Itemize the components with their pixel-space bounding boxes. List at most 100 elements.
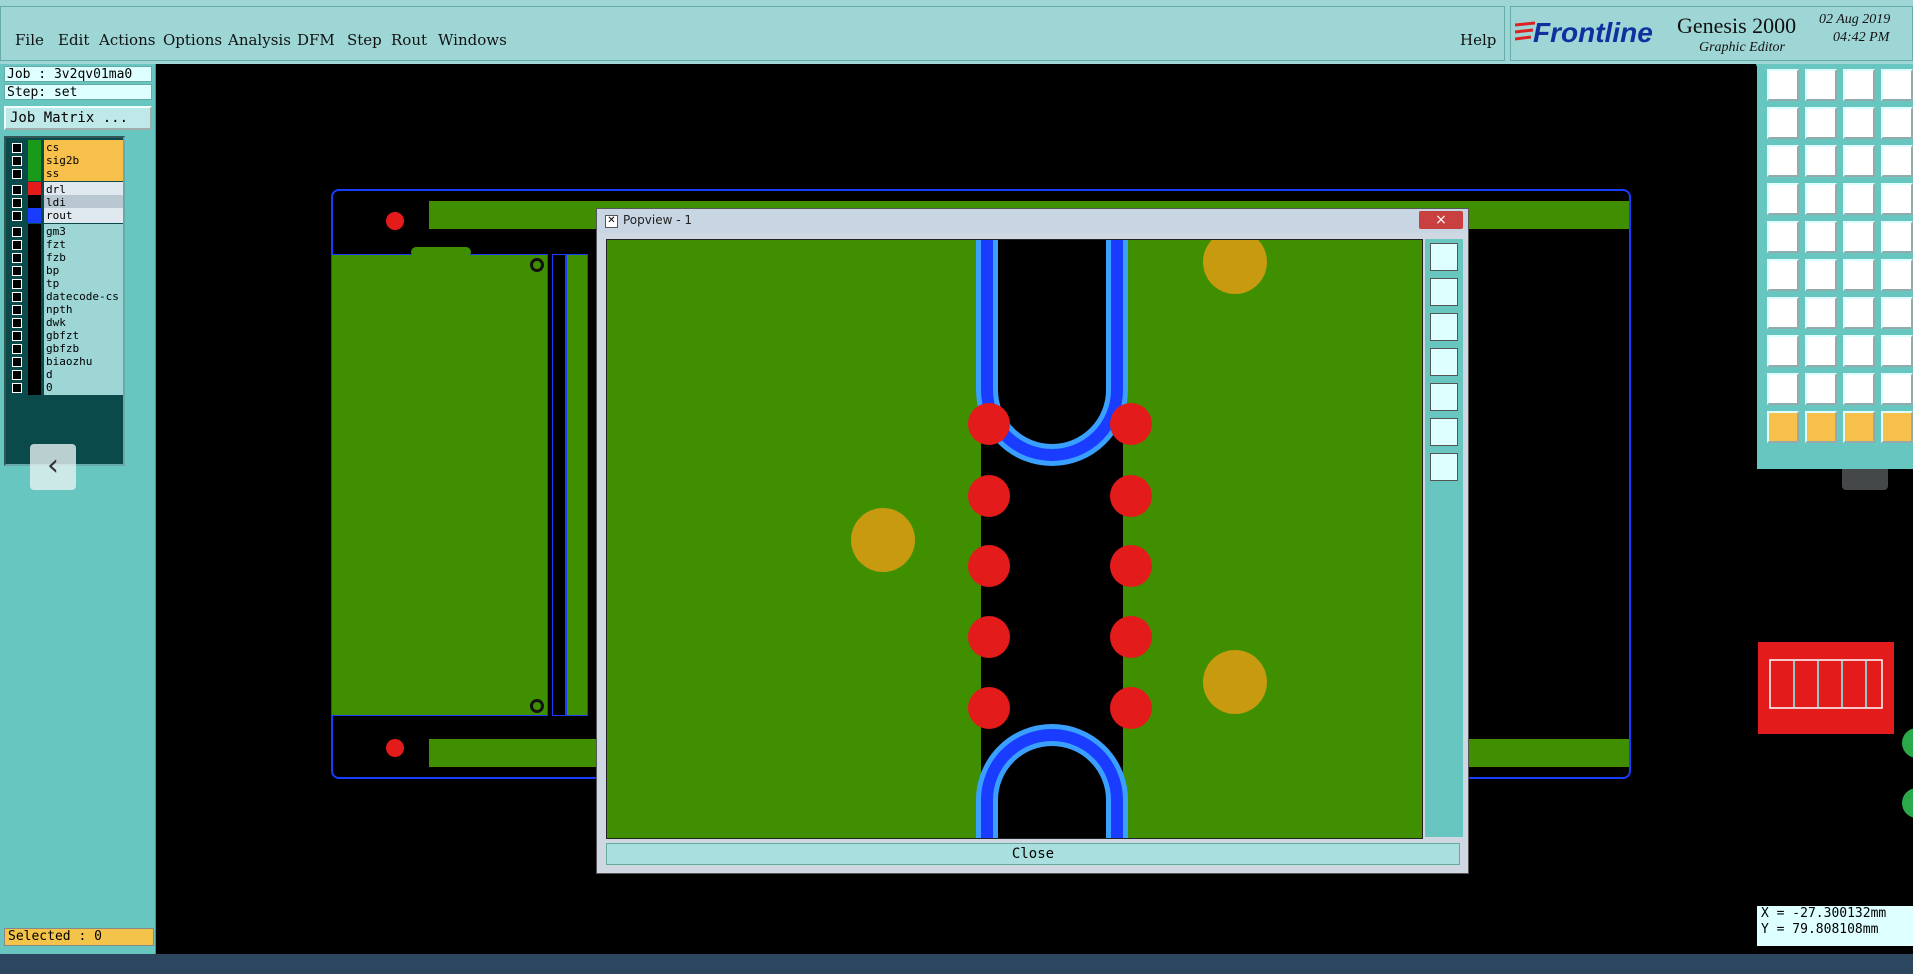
pan-up-icon[interactable] (1430, 278, 1458, 306)
rout-chain-icon[interactable] (1881, 297, 1913, 329)
slash-icon[interactable] (1805, 297, 1837, 329)
layer-checkbox[interactable] (12, 156, 22, 166)
layer-checkbox[interactable] (12, 240, 22, 250)
measure-icon[interactable] (1767, 183, 1799, 215)
menu-step[interactable]: Step (347, 31, 382, 49)
pointer-icon[interactable] (1767, 411, 1799, 443)
layer-name[interactable]: ss (44, 166, 123, 181)
layer-checkbox[interactable] (12, 227, 22, 237)
menu-actions[interactable]: Actions (99, 31, 155, 49)
layer-checkbox[interactable] (12, 169, 22, 179)
layer-checkbox[interactable] (12, 357, 22, 367)
overview-map[interactable] (1758, 642, 1894, 734)
drill-hole (1110, 403, 1152, 445)
pan-right-icon[interactable] (1430, 383, 1458, 411)
layer-checkbox[interactable] (12, 253, 22, 263)
layer-checkbox[interactable] (12, 344, 22, 354)
help-icon[interactable] (1881, 145, 1913, 177)
edit-icon[interactable] (1881, 411, 1913, 443)
bar-icon[interactable] (1843, 221, 1875, 253)
angle-icon[interactable] (1767, 297, 1799, 329)
layer-name[interactable]: rout (44, 208, 123, 223)
layer-checkbox[interactable] (12, 370, 22, 380)
layer-checkbox[interactable] (12, 331, 22, 341)
zoom-fit-icon[interactable] (1430, 418, 1458, 446)
copper-pad (851, 508, 915, 572)
layer-list: cs sig2b ss drl ldi rout gm3 fzt fzb bp tp datecode… (4, 136, 125, 466)
net-icon[interactable] (1767, 259, 1799, 291)
layer-checkbox[interactable] (12, 266, 22, 276)
line-icon[interactable] (1805, 221, 1837, 253)
pad-icon[interactable] (1767, 221, 1799, 253)
selected-count: Selected : 0 (4, 928, 154, 946)
menu-edit[interactable]: Edit (58, 31, 89, 49)
layer-checkbox[interactable] (12, 198, 22, 208)
layer-checkbox[interactable] (12, 292, 22, 302)
dot-icon[interactable] (1881, 221, 1913, 253)
layer-row-rout[interactable]: rout (8, 208, 123, 223)
drill-hole (968, 475, 1010, 517)
layer-checkbox[interactable] (12, 211, 22, 221)
triangle-icon[interactable] (1767, 373, 1799, 405)
fit-icon[interactable] (1767, 145, 1799, 177)
select-icon[interactable] (1805, 411, 1837, 443)
popview-titlebar[interactable]: ✕ Popview - 1 × (597, 209, 1468, 233)
layer-checkbox[interactable] (12, 185, 22, 195)
layer-name[interactable]: 0 (44, 380, 123, 395)
point-icon[interactable] (1767, 335, 1799, 367)
split-icon[interactable] (1881, 107, 1913, 139)
layer-checkbox[interactable] (12, 318, 22, 328)
popview-canvas[interactable] (606, 239, 1423, 839)
os-taskbar (0, 954, 1913, 974)
tool-icon[interactable] (1843, 335, 1875, 367)
layer-checkbox[interactable] (12, 383, 22, 393)
layer-checkbox[interactable] (12, 279, 22, 289)
arc-icon[interactable] (1843, 259, 1875, 291)
group-icon[interactable] (1881, 335, 1913, 367)
zoom-out-icon[interactable] (1805, 69, 1837, 101)
close-icon[interactable]: × (1419, 211, 1463, 229)
menu-help[interactable]: Help (1460, 31, 1496, 49)
menu-options[interactable]: Options (163, 31, 222, 49)
ratio-icon[interactable] (1843, 145, 1875, 177)
drill-icon[interactable] (1881, 183, 1913, 215)
triangle-3-icon[interactable] (1843, 373, 1875, 405)
drill-hole (1110, 687, 1152, 729)
menu-analysis[interactable]: Analysis (228, 31, 291, 49)
window-icon[interactable] (1881, 69, 1913, 101)
status-circle-icon-2[interactable] (1902, 788, 1913, 818)
menu-windows[interactable]: Windows (438, 31, 507, 49)
zoom-in-icon[interactable] (1767, 69, 1799, 101)
layer-checkbox[interactable] (12, 305, 22, 315)
prev-arrow-icon[interactable]: ‹ (30, 444, 76, 490)
layer-row-ss[interactable]: ss (8, 166, 123, 181)
triangle-2-icon[interactable] (1805, 373, 1837, 405)
triangle-4-icon[interactable] (1881, 373, 1913, 405)
layer-row-0[interactable]: 0 (8, 380, 123, 395)
cut-icon[interactable] (1805, 183, 1837, 215)
dash-icon[interactable] (1805, 335, 1837, 367)
pan-left-icon[interactable] (1430, 348, 1458, 376)
popview-close-button[interactable]: Close (606, 843, 1460, 865)
rotate-icon[interactable] (1843, 411, 1875, 443)
rout-icon[interactable] (1843, 183, 1875, 215)
menu-file[interactable]: File (15, 31, 44, 49)
window-icon: ✕ (605, 215, 618, 228)
cross-icon[interactable] (1805, 259, 1837, 291)
link-icon[interactable] (1881, 259, 1913, 291)
job-matrix-button[interactable]: Job Matrix ... (4, 106, 152, 130)
redraw-icon[interactable] (1843, 107, 1875, 139)
drill-hole (1110, 616, 1152, 658)
pan-left-icon[interactable] (1767, 107, 1799, 139)
status-circle-icon[interactable] (1902, 728, 1913, 758)
home-icon[interactable] (1843, 69, 1875, 101)
pan-down-icon[interactable] (1430, 313, 1458, 341)
pan-right-icon[interactable] (1805, 107, 1837, 139)
layer-checkbox[interactable] (12, 143, 22, 153)
menu-rout[interactable]: Rout (391, 31, 427, 49)
zoom-center-icon[interactable] (1430, 453, 1458, 481)
menu-dfm[interactable]: DFM (297, 31, 335, 49)
zoom-window-icon[interactable] (1430, 243, 1458, 271)
curve-icon[interactable] (1843, 297, 1875, 329)
center-icon[interactable] (1805, 145, 1837, 177)
